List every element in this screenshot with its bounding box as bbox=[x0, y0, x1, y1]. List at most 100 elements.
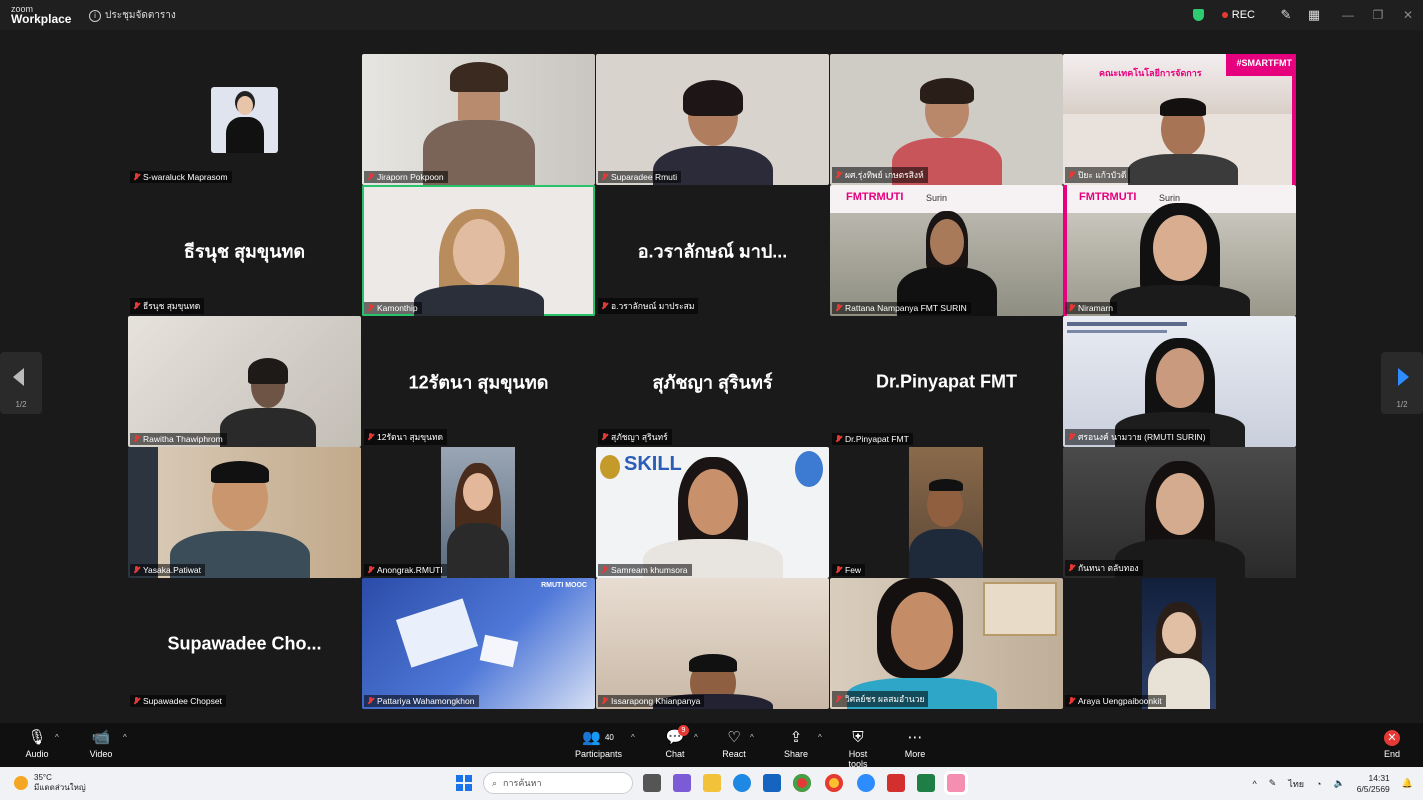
video-stage: 1/2 1/2 S-waraluck Maprasom Jiraporn Pok… bbox=[0, 30, 1423, 723]
mic-muted-icon bbox=[601, 433, 608, 441]
pencil-icon[interactable]: ✎ bbox=[1277, 7, 1295, 23]
fmt-logo-sub: Surin bbox=[1159, 193, 1181, 203]
system-tray: ^ ✎ ไทย ◔ 🔈 14:31 6/5/2569 🔔 bbox=[1253, 767, 1413, 800]
video-tile[interactable]: RMUTI MOOC Pattariya Wahamongkhon bbox=[362, 578, 595, 709]
video-tile[interactable]: วิศลย์ชร ผลสมอำนวย bbox=[830, 578, 1063, 709]
video-tile[interactable]: FMTRMUTI Surin Rattana Nampanya FMT SURI… bbox=[830, 185, 1063, 316]
snipping-tool-icon[interactable] bbox=[947, 774, 965, 792]
participants-button[interactable]: 👥 40 Participants bbox=[575, 727, 622, 759]
copilot-icon[interactable] bbox=[673, 774, 691, 792]
participant-name: S-waraluck Maprasom bbox=[130, 171, 232, 183]
input-language[interactable]: ไทย bbox=[1288, 777, 1304, 791]
participant-name: อ.วราลักษณ์ มาประสม bbox=[598, 298, 699, 314]
taskbar-search[interactable]: ⌕ การค้นหา bbox=[483, 772, 633, 794]
video-tile[interactable]: กันทนา ตลับทอง bbox=[1063, 447, 1296, 578]
participant-head bbox=[929, 219, 964, 265]
react-options-caret[interactable]: ^ bbox=[750, 733, 754, 742]
mic-muted-icon bbox=[1068, 697, 1075, 705]
participant-name: ปิยะ แก้วบัวดี bbox=[1065, 167, 1131, 183]
video-button[interactable]: 📹 Video bbox=[89, 727, 113, 759]
zoom-logo: zoom Workplace bbox=[11, 4, 71, 25]
participants-options-caret[interactable]: ^ bbox=[631, 733, 635, 742]
excel-icon[interactable] bbox=[917, 774, 935, 792]
video-tile[interactable]: S-waraluck Maprasom bbox=[128, 54, 361, 185]
video-tile[interactable]: SKILL Samream khumsora bbox=[596, 447, 829, 578]
windows-start-icon[interactable] bbox=[456, 775, 472, 791]
video-tile[interactable]: สุภัชญา สุรินทร์ สุภัชญา สุรินทร์ bbox=[596, 316, 829, 447]
minimize-button[interactable]: — bbox=[1333, 8, 1363, 22]
close-icon: ✕ bbox=[1383, 730, 1400, 746]
mic-muted-icon bbox=[601, 697, 608, 705]
notification-bell-icon[interactable]: 🔔 bbox=[1402, 778, 1413, 789]
security-shield-icon[interactable] bbox=[1192, 9, 1204, 21]
video-tile[interactable]: Dr.Pinyapat FMT Dr.Pinyapat FMT bbox=[830, 316, 1063, 447]
participant-name: Suparadee Rmuti bbox=[598, 171, 682, 183]
next-page-button[interactable]: 1/2 bbox=[1381, 352, 1423, 414]
react-button[interactable]: ♡ React bbox=[722, 727, 746, 759]
meeting-info-button[interactable]: i ประชุมจัดตาราง bbox=[89, 8, 176, 23]
video-tile[interactable]: Yasaka.Patiwat bbox=[128, 447, 361, 578]
video-tile[interactable]: ศรอนงค์ นามวาย (RMUTI SURIN) bbox=[1063, 316, 1296, 447]
prev-page-button[interactable]: 1/2 bbox=[0, 352, 42, 414]
clock[interactable]: 14:31 6/5/2569 bbox=[1357, 773, 1390, 795]
acrobat-icon[interactable] bbox=[887, 774, 905, 792]
mic-muted-icon bbox=[133, 697, 140, 705]
video-tile[interactable]: Araya Uengpaiboonkit bbox=[1063, 578, 1296, 709]
share-options-caret[interactable]: ^ bbox=[818, 733, 822, 742]
more-button[interactable]: ⋯ More bbox=[902, 727, 928, 759]
participant-display-name: Supawadee Cho... bbox=[167, 633, 322, 653]
participant-name: Dr.Pinyapat FMT bbox=[832, 433, 913, 445]
active-speaker-tile[interactable]: Kamonthip bbox=[362, 185, 595, 316]
mic-muted-icon bbox=[601, 302, 608, 310]
smartfmt-tag: #SMARTFMT bbox=[1236, 58, 1293, 68]
video-tile[interactable]: อ.วราลักษณ์ มาป... อ.วราลักษณ์ มาประสม bbox=[596, 185, 829, 316]
video-tile[interactable]: Anongrak.RMUTI bbox=[362, 447, 595, 578]
video-tile[interactable]: ผศ.รุ่งทิพย์ เกษตรสิงห์ bbox=[830, 54, 1063, 185]
video-tile[interactable]: Supawadee Cho... Supawadee Chopset bbox=[128, 578, 361, 709]
audio-options-caret[interactable]: ^ bbox=[55, 733, 59, 742]
chat-button[interactable]: 💬 9 Chat bbox=[664, 725, 689, 759]
video-tile[interactable]: 12รัตนา สุมขุนทด 12รัตนา สุมขุนทด bbox=[362, 316, 595, 447]
zoom-app-icon[interactable] bbox=[857, 774, 875, 792]
video-tile[interactable]: Few bbox=[830, 447, 1063, 578]
task-view-icon[interactable] bbox=[643, 774, 661, 792]
participant-name: 12รัตนา สุมขุนทด bbox=[364, 429, 448, 445]
video-tile[interactable]: ธีรนุช สุมขุนทด ธีรนุช สุมขุนทด bbox=[128, 185, 361, 316]
recording-indicator[interactable]: REC bbox=[1221, 9, 1255, 21]
chat-options-caret[interactable]: ^ bbox=[694, 733, 698, 742]
wifi-icon[interactable]: ◔ bbox=[1316, 779, 1321, 789]
close-window-button[interactable]: ✕ bbox=[1393, 8, 1423, 22]
file-explorer-icon[interactable] bbox=[703, 774, 721, 792]
video-tile[interactable]: คณะเทคโนโลยีการจัดการ #SMARTFMT ปิยะ แก้… bbox=[1063, 54, 1296, 185]
mic-muted-icon bbox=[367, 173, 374, 181]
weather-widget[interactable]: 35°C มีแดดส่วนใหญ่ bbox=[14, 773, 86, 793]
video-tile[interactable]: Rawitha Thawiphrom bbox=[128, 316, 361, 447]
host-tools-button[interactable]: ⛨ Host tools bbox=[838, 727, 878, 769]
maximize-button[interactable]: ❐ bbox=[1363, 8, 1393, 22]
video-tile[interactable]: FMTRMUTI Surin Niramarn bbox=[1063, 185, 1296, 316]
mic-muted-icon bbox=[367, 304, 374, 312]
view-grid-icon[interactable]: ▦ bbox=[1305, 7, 1323, 23]
share-button[interactable]: ⇪ Share bbox=[784, 727, 808, 759]
speaker-icon[interactable]: 🔈 bbox=[1333, 778, 1344, 789]
end-meeting-button[interactable]: ✕ End bbox=[1383, 727, 1400, 759]
mic-muted-icon bbox=[601, 173, 608, 181]
mic-muted-icon bbox=[835, 566, 842, 574]
video-tile[interactable]: Jiraporn Pokpoon bbox=[362, 54, 595, 185]
mic-muted-icon bbox=[1068, 171, 1075, 179]
chrome-icon[interactable] bbox=[793, 774, 811, 792]
mic-muted-icon bbox=[835, 304, 842, 312]
audio-button[interactable]: 🎙 Audio bbox=[24, 727, 50, 759]
pen-menu-icon[interactable]: ✎ bbox=[1269, 778, 1277, 789]
video-tile[interactable]: Issarapong Khianpanya bbox=[596, 578, 829, 709]
store-icon[interactable] bbox=[763, 774, 781, 792]
video-tile[interactable]: Suparadee Rmuti bbox=[596, 54, 829, 185]
edge-icon[interactable] bbox=[733, 774, 751, 792]
video-options-caret[interactable]: ^ bbox=[123, 733, 127, 742]
shield-icon: ⛨ bbox=[852, 729, 864, 746]
mic-muted-icon bbox=[835, 695, 842, 703]
tray-chevron-up-icon[interactable]: ^ bbox=[1253, 779, 1257, 789]
chrome-profile-icon[interactable] bbox=[825, 774, 843, 792]
mic-muted-icon bbox=[835, 435, 842, 443]
participant-name: Kamonthip bbox=[364, 302, 422, 314]
